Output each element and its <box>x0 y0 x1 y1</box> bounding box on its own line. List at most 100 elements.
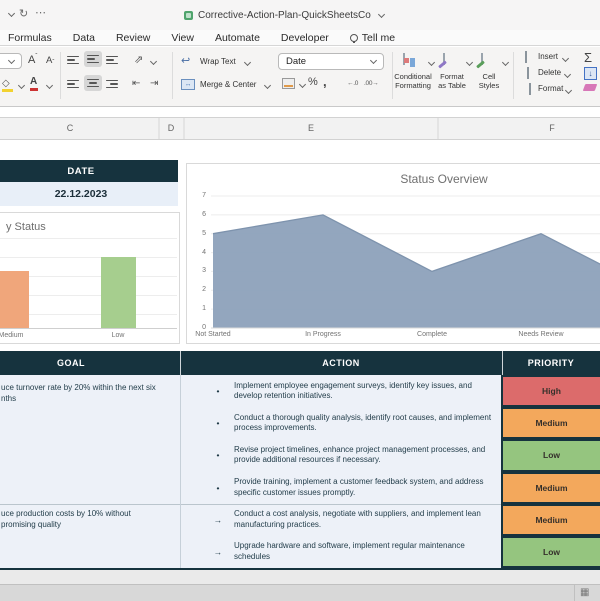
document-title: Corrective-Action-Plan-QuickSheetsCo <box>198 9 371 21</box>
font-color-button[interactable]: A <box>30 76 38 91</box>
fill-color-chevron-icon[interactable] <box>17 81 26 90</box>
status-bar: ▦ <box>0 584 600 601</box>
wrap-text-button[interactable]: Wrap Text <box>200 57 236 66</box>
table-row[interactable]: • Provide training, implement a customer… <box>180 472 501 504</box>
wrap-text-chevron-icon[interactable] <box>243 58 252 67</box>
table-row[interactable]: • Implement employee engagement surveys,… <box>180 375 501 407</box>
table-row[interactable]: → Conduct a cost analysis, negotiate wit… <box>180 504 501 536</box>
delete-button[interactable]: Delete <box>538 68 561 77</box>
clear-eraser-button[interactable] <box>582 84 598 91</box>
menu-formulas[interactable]: Formulas <box>8 32 52 44</box>
priority-badge: Low <box>503 537 600 567</box>
x-axis-line <box>0 328 177 329</box>
insert-button[interactable]: Insert <box>538 52 558 61</box>
menu-bar: Formulas Data Review View Automate Devel… <box>0 30 600 46</box>
bullet-icon: • <box>216 450 220 461</box>
date-value-cell[interactable]: 22.12.2023 <box>0 182 178 206</box>
fill-color-button[interactable]: ◇ <box>2 78 13 92</box>
goal-cell-2[interactable]: uce production costs by 10% without promi… <box>1 509 177 530</box>
menu-review[interactable]: Review <box>116 32 150 44</box>
orientation-button[interactable]: ⇗ <box>134 53 143 66</box>
increase-decimal-button[interactable]: .00→ <box>364 80 379 87</box>
column-headers: C D E F <box>0 117 600 140</box>
column-header-e[interactable]: E <box>308 123 314 133</box>
action-text: Revise project timelines, enhance projec… <box>234 444 486 465</box>
status-overview-chart[interactable]: Status Overview 7 6 5 4 3 2 1 0 Not Star… <box>186 163 600 344</box>
percent-style-button[interactable]: % <box>308 76 318 88</box>
action-text: Upgrade hardware and software, implement… <box>234 541 465 561</box>
bar-low <box>101 257 136 328</box>
priority-status-chart[interactable]: y Status Medium Low <box>0 212 180 344</box>
refresh-icon[interactable]: ↻ <box>19 7 28 20</box>
conditional-formatting-icon[interactable] <box>403 53 415 67</box>
header-action: ACTION <box>322 358 360 368</box>
font-size-dropdown[interactable] <box>0 53 22 69</box>
format-as-table-icon[interactable] <box>438 53 447 69</box>
menu-automate[interactable]: Automate <box>215 32 260 44</box>
autosum-button[interactable]: Σ <box>584 50 592 65</box>
align-right-button[interactable] <box>106 80 118 88</box>
ytick-4: 4 <box>202 248 206 256</box>
shrink-font-button[interactable]: Aˇ <box>46 55 54 66</box>
format-as-table-chevron-icon[interactable] <box>465 58 474 67</box>
action-text: Conduct a cost analysis, negotiate with … <box>234 509 481 529</box>
column-header-c[interactable]: C <box>67 123 74 133</box>
more-icon[interactable]: ⋯ <box>35 6 46 19</box>
menu-view[interactable]: View <box>171 32 194 44</box>
xtick-complete: Complete <box>417 331 447 338</box>
priority-badge: Medium <box>503 505 600 534</box>
action-text: Conduct a thorough quality analysis, ide… <box>234 412 492 433</box>
fill-down-button[interactable]: ↓ <box>584 67 597 80</box>
grid-view-icon[interactable]: ▦ <box>580 588 589 598</box>
merge-center-button[interactable]: Merge & Center <box>200 80 256 89</box>
title-bar: ↻ ⋯ Corrective-Action-Plan-QuickSheetsCo <box>0 0 600 30</box>
align-top-button[interactable] <box>67 56 79 64</box>
format-cells-icon <box>529 83 531 95</box>
arrow-bullet-icon: → <box>213 514 223 525</box>
table-row[interactable]: → Upgrade hardware and software, impleme… <box>180 536 501 568</box>
increase-indent-button[interactable]: ⇥ <box>150 78 158 89</box>
align-center-button[interactable] <box>84 75 102 91</box>
action-text: Provide training, implement a customer f… <box>234 477 484 497</box>
delete-cells-icon <box>527 67 529 79</box>
merge-center-icon: ↔ <box>181 79 195 90</box>
decrease-decimal-button[interactable]: ←.0 <box>347 80 358 87</box>
align-left-button[interactable] <box>67 80 79 88</box>
table-row[interactable]: • Conduct a thorough quality analysis, i… <box>180 407 501 439</box>
column-header-f[interactable]: F <box>549 123 555 133</box>
font-color-chevron-icon[interactable] <box>45 81 54 90</box>
cell-styles-chevron-icon[interactable] <box>501 58 510 67</box>
align-bottom-button[interactable] <box>106 56 118 64</box>
merge-center-chevron-icon[interactable] <box>263 81 272 90</box>
xtick-needs-review: Needs Review <box>518 331 564 338</box>
cell-styles-icon[interactable] <box>476 53 485 69</box>
chevron-down-icon[interactable] <box>6 8 16 20</box>
column-header-d[interactable]: D <box>168 123 175 133</box>
number-format-dropdown[interactable]: Date <box>278 53 384 70</box>
area-chart-plot <box>211 195 600 329</box>
comma-style-button[interactable]: , <box>323 74 327 89</box>
bar-medium <box>0 271 29 328</box>
menu-tell-me[interactable]: Tell me <box>349 32 395 44</box>
grow-font-button[interactable]: Aˆ <box>28 54 37 66</box>
bullet-icon: • <box>216 482 220 493</box>
cell-styles-button[interactable]: Cell Styles <box>472 72 506 90</box>
table-row[interactable]: • Revise project timelines, enhance proj… <box>180 439 501 471</box>
ytick-3: 3 <box>202 267 206 275</box>
format-button[interactable]: Format <box>538 84 563 93</box>
orientation-chevron-icon[interactable] <box>149 57 158 66</box>
accounting-chevron-icon[interactable] <box>298 80 307 89</box>
menu-data[interactable]: Data <box>73 32 95 44</box>
insert-cells-icon <box>525 51 527 63</box>
decrease-indent-button[interactable]: ⇤ <box>132 78 140 89</box>
accounting-format-icon[interactable] <box>282 78 295 89</box>
ytick-6: 6 <box>202 210 206 218</box>
arrow-bullet-icon: → <box>213 546 223 557</box>
document-title-group[interactable]: Corrective-Action-Plan-QuickSheetsCo <box>184 7 385 23</box>
goal-cell-1[interactable]: uce turnover rate by 20% within the next… <box>1 383 177 404</box>
conditional-formatting-chevron-icon[interactable] <box>427 58 436 67</box>
format-as-table-button[interactable]: Format as Table <box>431 72 473 90</box>
align-middle-button[interactable] <box>84 51 102 67</box>
ytick-2: 2 <box>202 286 206 294</box>
menu-developer[interactable]: Developer <box>281 32 329 44</box>
